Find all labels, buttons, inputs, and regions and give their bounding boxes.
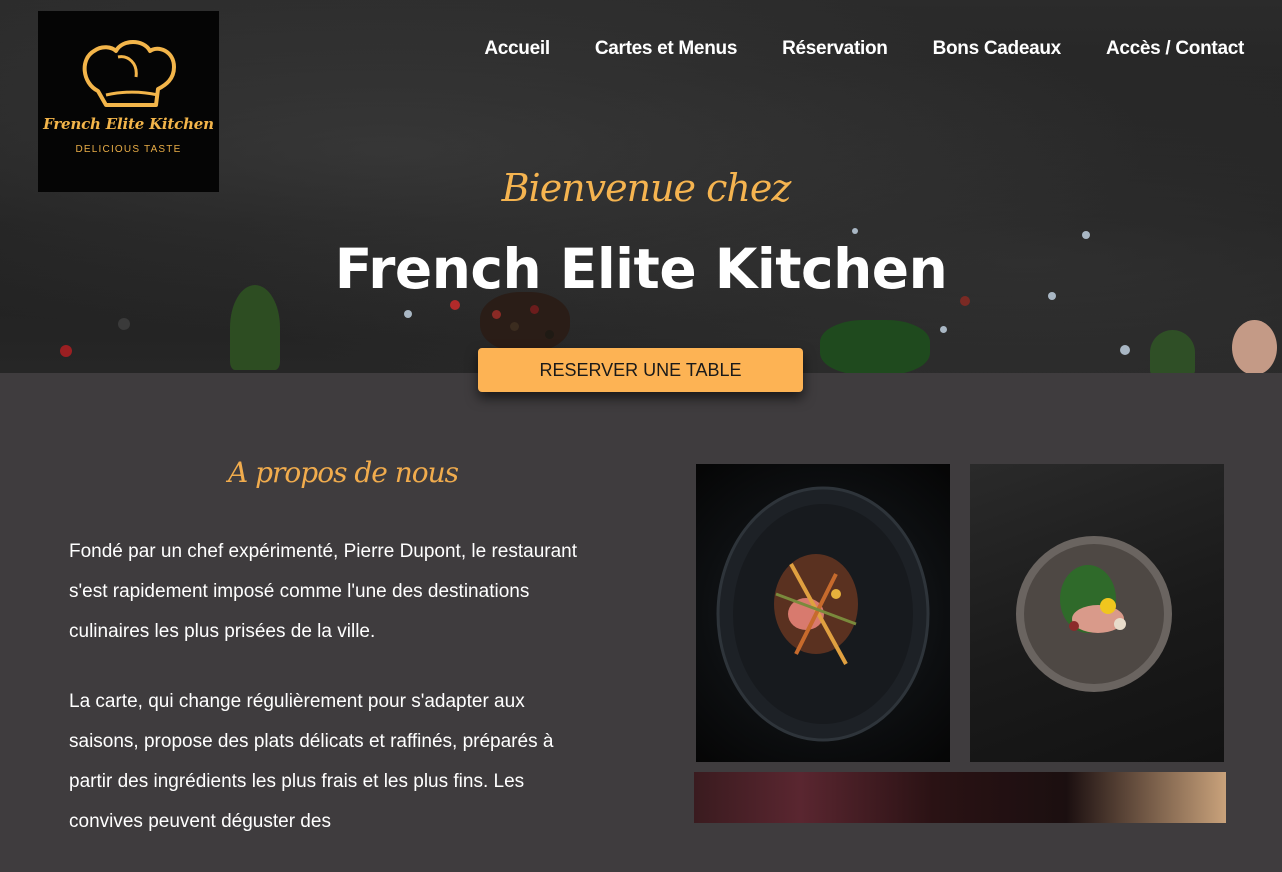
nav-item-bons-cadeaux[interactable]: Bons Cadeaux [933, 38, 1062, 60]
about-title: A propos de nous [228, 456, 459, 489]
herb-leaves [820, 320, 930, 373]
nav-item-reservation[interactable]: Réservation [782, 38, 888, 60]
spice-speck [530, 305, 539, 314]
salt-crystal [404, 310, 412, 318]
spice-speck [492, 310, 501, 319]
salt-crystal [940, 326, 947, 333]
spice-speck [545, 330, 554, 339]
nav-item-accueil[interactable]: Accueil [484, 38, 550, 60]
garlic-clove [1232, 320, 1277, 373]
logo-name: French Elite Kitchen [43, 115, 214, 133]
pepper-speck [118, 318, 130, 330]
nav-item-cartes-et-menus[interactable]: Cartes et Menus [595, 38, 738, 60]
reserve-table-button[interactable]: RESERVER UNE TABLE [478, 348, 803, 392]
hero-welcome-text: Bienvenue chez [501, 166, 792, 210]
salt-crystal [852, 228, 858, 234]
logo-tagline: DELICIOUS TASTE [75, 144, 182, 155]
main-nav: Accueil Cartes et Menus Réservation Bons… [439, 38, 1244, 60]
logo[interactable]: French Elite Kitchen DELICIOUS TASTE [38, 11, 219, 192]
hero-title: French Elite Kitchen [334, 237, 948, 301]
salt-crystal [1120, 345, 1130, 355]
plated-dish-image [716, 486, 930, 742]
hero-section: French Elite Kitchen DELICIOUS TASTE Acc… [0, 0, 1282, 373]
spice-speck [450, 300, 460, 310]
herb-sprig [1150, 330, 1195, 373]
about-text: Fondé par un chef expérimenté, Pierre Du… [69, 532, 579, 872]
dish-photo [970, 464, 1224, 762]
spice-bowl [480, 292, 570, 352]
spice-speck [60, 345, 72, 357]
spice-speck [510, 322, 519, 331]
about-paragraph: La carte, qui change régulièrement pour … [69, 691, 554, 832]
hero-welcome: Bienvenue chez [0, 166, 1282, 210]
chef-photo [694, 772, 1226, 823]
dish-photo [696, 464, 950, 762]
nav-item-acces-contact[interactable]: Accès / Contact [1106, 38, 1244, 60]
about-paragraph: Fondé par un chef expérimenté, Pierre Du… [69, 541, 578, 642]
chef-hat-icon [82, 40, 176, 107]
plated-dish-image [1016, 536, 1172, 692]
